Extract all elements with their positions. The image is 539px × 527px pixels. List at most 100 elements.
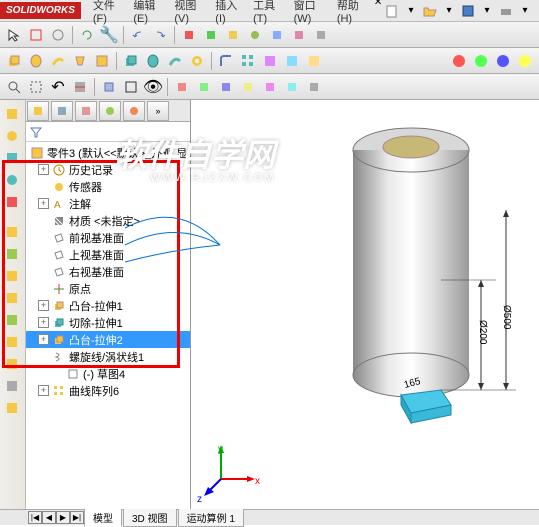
select-icon[interactable] xyxy=(4,25,24,45)
sidebar-tool-icon[interactable] xyxy=(2,310,22,330)
sidebar-tool-icon[interactable] xyxy=(2,222,22,242)
expand-icon[interactable]: + xyxy=(38,317,49,328)
tree-node[interactable]: +A注解 xyxy=(26,195,190,212)
edit-sketch-icon[interactable] xyxy=(172,77,192,97)
tab-nav-next[interactable]: ▶ xyxy=(56,511,70,524)
sidebar-tool-icon[interactable] xyxy=(2,354,22,374)
tool-icon[interactable] xyxy=(289,25,309,45)
prev-view-icon[interactable]: ↶ xyxy=(48,77,68,97)
menu-edit[interactable]: 编辑(E) xyxy=(127,0,166,27)
tree-node[interactable]: +历史记录 xyxy=(26,161,190,178)
dropdown-icon[interactable]: ▾ xyxy=(403,3,419,19)
menu-help[interactable]: 帮助(H) xyxy=(331,0,370,27)
fillet-icon[interactable] xyxy=(216,51,236,71)
open-icon[interactable] xyxy=(422,3,438,19)
view-orient-icon[interactable] xyxy=(99,77,119,97)
section-icon[interactable] xyxy=(70,77,90,97)
bottom-tab-model[interactable]: 模型 xyxy=(84,508,122,527)
tree-node[interactable]: +曲线阵列6 xyxy=(26,382,190,399)
dropdown-icon[interactable]: ▾ xyxy=(517,3,533,19)
sidebar-tool-icon[interactable] xyxy=(2,244,22,264)
view-icon[interactable] xyxy=(304,77,324,97)
sidebar-tool-icon[interactable] xyxy=(2,398,22,418)
dimension-500[interactable]: Ø500 xyxy=(501,305,512,329)
hole-icon[interactable] xyxy=(187,51,207,71)
menu-view[interactable]: 视图(V) xyxy=(168,0,207,27)
expand-icon[interactable]: + xyxy=(38,164,49,175)
tool-icon[interactable] xyxy=(223,25,243,45)
menu-window[interactable]: 窗口(W) xyxy=(288,0,329,27)
tree-node[interactable]: +凸台-拉伸1 xyxy=(26,297,190,314)
tree-node[interactable]: 材质 <未指定> xyxy=(26,212,190,229)
shell-icon[interactable] xyxy=(304,51,324,71)
shadows-icon[interactable] xyxy=(216,77,236,97)
tab-nav-first[interactable]: |◀ xyxy=(28,511,42,524)
rib-icon[interactable] xyxy=(260,51,280,71)
menu-insert[interactable]: 插入(I) xyxy=(209,0,245,27)
bottom-tab-motion[interactable]: 运动算例 1 xyxy=(178,508,244,527)
zoom-area-icon[interactable] xyxy=(26,77,46,97)
perspective-icon[interactable] xyxy=(194,77,214,97)
triad[interactable] xyxy=(201,439,261,499)
sidebar-tool-icon[interactable] xyxy=(2,192,22,212)
tool-icon[interactable]: 🔧 xyxy=(99,25,119,45)
redo-icon[interactable] xyxy=(150,25,170,45)
tree-node[interactable]: +切除-拉伸1 xyxy=(26,314,190,331)
dimension-200[interactable]: Ø200 xyxy=(477,320,488,344)
menu-file[interactable]: 文件(F) xyxy=(87,0,126,27)
sketch-icon[interactable] xyxy=(26,25,46,45)
expand-icon[interactable]: + xyxy=(38,385,49,396)
draft-icon[interactable] xyxy=(282,51,302,71)
dropdown-icon[interactable]: ▾ xyxy=(479,3,495,19)
tree-node[interactable]: 前视基准面 xyxy=(26,229,190,246)
expand-icon[interactable]: + xyxy=(38,300,49,311)
render-icon[interactable] xyxy=(471,51,491,71)
tree-node[interactable]: 原点 xyxy=(26,280,190,297)
zoom-fit-icon[interactable] xyxy=(4,77,24,97)
tree-node[interactable]: 上视基准面 xyxy=(26,246,190,263)
undo-icon[interactable] xyxy=(128,25,148,45)
new-icon[interactable] xyxy=(384,3,400,19)
save-icon[interactable] xyxy=(460,3,476,19)
view-icon[interactable] xyxy=(260,77,280,97)
tree-filter[interactable] xyxy=(26,122,190,142)
lights-icon[interactable] xyxy=(515,51,535,71)
tree-tab-property[interactable] xyxy=(51,101,73,121)
view-icon[interactable] xyxy=(238,77,258,97)
sidebar-tool-icon[interactable] xyxy=(2,170,22,190)
sweep-icon[interactable] xyxy=(48,51,68,71)
loft-icon[interactable] xyxy=(70,51,90,71)
sidebar-tool-icon[interactable] xyxy=(2,288,22,308)
tree-tab-appearance[interactable] xyxy=(123,101,145,121)
bottom-tab-3dview[interactable]: 3D 视图 xyxy=(123,508,177,527)
tool-icon[interactable] xyxy=(201,25,221,45)
sidebar-tool-icon[interactable] xyxy=(2,266,22,286)
cut-sweep-icon[interactable] xyxy=(165,51,185,71)
sidebar-tool-icon[interactable] xyxy=(2,104,22,124)
extrude-icon[interactable] xyxy=(4,51,24,71)
dropdown-icon[interactable]: ✕ xyxy=(372,0,384,11)
graphics-area[interactable]: Ø200 Ø500 165 y x z xyxy=(191,100,539,509)
tree-tab-feature[interactable] xyxy=(27,101,49,121)
sidebar-tool-icon[interactable] xyxy=(2,126,22,146)
tree-root[interactable]: 零件3 (默认<<默认>_外观 显 xyxy=(26,144,190,161)
dropdown-icon[interactable]: ▾ xyxy=(441,3,457,19)
display-style-icon[interactable] xyxy=(121,77,141,97)
cut-extrude-icon[interactable] xyxy=(121,51,141,71)
tree-node[interactable]: 右视基准面 xyxy=(26,263,190,280)
tool-icon[interactable] xyxy=(267,25,287,45)
tool-icon[interactable] xyxy=(245,25,265,45)
tool-icon[interactable] xyxy=(311,25,331,45)
cut-revolve-icon[interactable] xyxy=(143,51,163,71)
menu-tools[interactable]: 工具(T) xyxy=(247,0,286,27)
boundary-icon[interactable] xyxy=(92,51,112,71)
tool-icon[interactable] xyxy=(179,25,199,45)
tree-node[interactable]: (-) 草图4 xyxy=(26,365,190,382)
options-icon[interactable] xyxy=(48,25,68,45)
view-icon[interactable] xyxy=(282,77,302,97)
hide-show-icon[interactable]: 👁 xyxy=(143,77,163,97)
pattern-icon[interactable] xyxy=(238,51,258,71)
tree-tab-extra[interactable]: » xyxy=(147,101,169,121)
rebuild-icon[interactable] xyxy=(77,25,97,45)
tree-node[interactable]: 螺旋线/涡状线1 xyxy=(26,348,190,365)
